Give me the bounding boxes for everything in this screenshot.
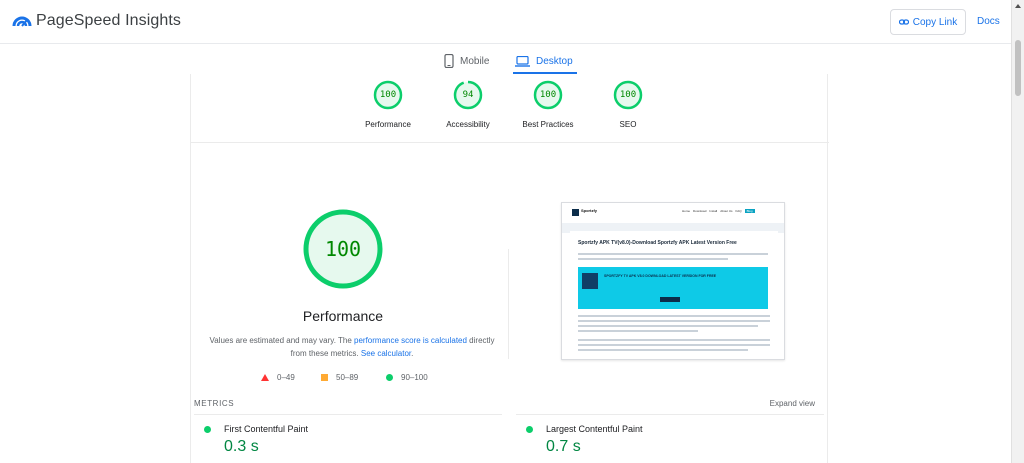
thumb-menu-item: Home [682,209,691,213]
metric-divider [516,414,824,415]
link-icon [898,19,909,25]
score-value: 94 [462,90,474,100]
scroll-up-arrow-icon[interactable] [1015,4,1021,8]
score-legend: 0–49 50–89 90–100 [259,373,459,385]
thumb-text-line [578,349,748,351]
legend-average: 50–89 [321,373,358,382]
legend-pass: 90–100 [386,373,428,382]
category-scores: 100 Performance 94 Accessibility 100 Bes… [191,80,829,140]
thumb-body: Sportzfy APK TV(v8.0)-Download Sportzfy … [570,231,778,359]
metric-value: 0.7 s [546,438,581,455]
score-value: 100 [379,90,397,100]
thumb-menu-item: Install [709,209,718,213]
performance-score-value: 100 [324,237,362,261]
score-gauge-performance[interactable]: 100 Performance [356,80,420,129]
desc-text: . [411,349,414,358]
thumb-logo-icon [572,209,579,216]
thumb-text-line [578,339,770,341]
thumb-menu-item: Download [693,209,707,213]
phone-icon [444,54,454,68]
score-value: 100 [619,90,637,100]
gauge-ring: 100 [302,208,384,290]
thumb-menu-item: Blog [744,209,755,213]
tab-mobile[interactable]: Mobile [444,50,489,72]
pass-circle-icon [204,426,211,433]
score-value: 100 [539,90,557,100]
section-divider [191,142,829,143]
score-gauge-best-practices[interactable]: 100 Best Practices [516,80,580,129]
tab-mobile-label: Mobile [460,55,490,67]
performance-title: Performance [302,308,384,324]
final-screenshot-thumbnail[interactable]: Sportzfy Home Download Install About Us … [561,202,785,360]
performance-description: Values are estimated and may vary. The p… [207,334,497,360]
thumb-brand: Sportzfy [581,208,597,213]
thumb-text-line [578,325,758,327]
legend-range: 90–100 [401,373,428,382]
average-square-icon [321,374,328,381]
metric-value: 0.3 s [224,438,259,455]
gauge-ring: 100 [533,80,563,110]
thumb-menu-item: About Us [720,209,733,213]
thumb-text-line [578,258,728,260]
thumb-text-line [578,315,770,317]
see-calculator-link[interactable]: See calculator [361,349,411,358]
score-label: Performance [365,120,411,129]
score-label: SEO [619,120,637,129]
legend-range: 0–49 [277,373,295,382]
thumb-text-line [578,330,698,332]
tab-desktop-label: Desktop [536,55,573,67]
scroll-thumb[interactable] [1015,40,1021,96]
thumb-text-line [578,344,770,346]
metric-name: First Contentful Paint [224,424,309,434]
metric-name: Largest Contentful Paint [546,424,643,434]
metric-divider [194,414,502,415]
app-title[interactable]: PageSpeed Insights [36,12,181,30]
gauge-ring: 94 [453,80,483,110]
thumb-menu: Home Download Install About Us FAQ Blog [682,209,755,213]
fail-triangle-icon [261,374,269,381]
page-scrollbar[interactable] [1011,0,1024,463]
thumb-text-line [578,320,770,322]
performance-score-link[interactable]: performance score is calculated [354,336,467,345]
thumb-text-line [578,253,768,255]
score-gauge-accessibility[interactable]: 94 Accessibility [436,80,500,129]
pass-circle-icon [526,426,533,433]
performance-gauge: 100 [302,208,384,290]
thumb-navbar: Sportzfy Home Download Install About Us … [562,203,784,223]
legend-fail: 0–49 [261,373,295,382]
thumb-banner: SPORTZFY TV APK V8.0 DOWNLOAD LATEST VER… [578,267,768,309]
copy-link-button[interactable]: Copy Link [890,9,966,35]
vertical-divider [508,249,509,359]
score-label: Best Practices [522,120,574,129]
thumb-heading: Sportzfy APK TV(v8.0)-Download Sportzfy … [578,240,737,246]
thumb-menu-item: FAQ [735,209,742,213]
desc-text: Values are estimated and may vary. The [209,336,354,345]
laptop-icon [515,55,530,67]
gauge-ring: 100 [613,80,643,110]
score-gauge-seo[interactable]: 100 SEO [596,80,660,129]
metrics-section-label: METRICS [194,399,235,408]
thumb-banner-image [582,273,598,289]
top-bar: PageSpeed Insights Copy Link Docs [0,0,1011,44]
copy-link-label: Copy Link [912,16,958,28]
gauge-ring: 100 [373,80,403,110]
pass-circle-icon [386,374,393,381]
report-card: 100 Performance 94 Accessibility 100 Bes… [190,74,829,463]
docs-link[interactable]: Docs [977,16,1000,27]
thumb-banner-button [660,297,680,302]
legend-range: 50–89 [336,373,359,382]
device-tabs: Mobile Desktop [0,44,1011,74]
expand-view-toggle[interactable]: Expand view [770,399,815,408]
score-label: Accessibility [446,120,490,129]
tab-desktop[interactable]: Desktop [515,50,573,72]
thumb-banner-heading: SPORTZFY TV APK V8.0 DOWNLOAD LATEST VER… [604,274,717,278]
pagespeed-logo-icon [12,16,32,27]
